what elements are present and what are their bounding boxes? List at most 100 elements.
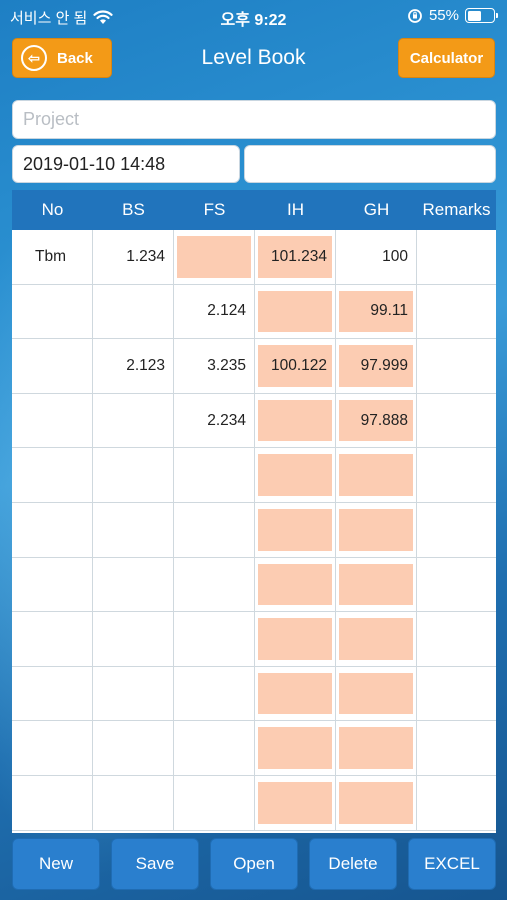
bottom-toolbar: New Save Open Delete EXCEL	[0, 838, 507, 890]
battery-percent: 55%	[428, 7, 459, 24]
cell-remarks[interactable]	[417, 285, 496, 339]
cell-bs[interactable]	[93, 557, 174, 612]
cell-fs[interactable]	[174, 502, 255, 557]
header-remarks: Remarks	[422, 200, 491, 219]
table-row: 2.123 3.235 100.122 97.999	[12, 339, 496, 394]
cell-remarks[interactable]	[417, 503, 496, 557]
cell-no[interactable]	[12, 721, 93, 775]
table-row: 2.124 99.11	[12, 284, 496, 340]
computed-cell-highlight	[339, 672, 413, 715]
cell-fs[interactable]: 2.124	[174, 284, 255, 339]
cell-fs[interactable]	[174, 448, 255, 502]
cell-remarks[interactable]	[417, 721, 496, 775]
cell-ih[interactable]	[255, 721, 336, 775]
cell-gh[interactable]: 100	[336, 230, 417, 284]
cell-gh[interactable]	[336, 666, 417, 721]
cell-remarks[interactable]	[417, 776, 496, 830]
cell-ih[interactable]	[255, 284, 336, 339]
level-table: No BS FS IH GH Remarks Tbm 1.234 101.234 10…	[12, 190, 496, 833]
cell-ih[interactable]	[255, 448, 336, 502]
computed-cell-highlight	[258, 399, 332, 442]
cell-gh[interactable]	[336, 775, 417, 830]
cell-value: 2.123	[126, 356, 165, 374]
cell-gh[interactable]	[336, 448, 417, 502]
cell-ih[interactable]	[255, 775, 336, 830]
cell-gh[interactable]	[336, 557, 417, 612]
cell-fs[interactable]	[174, 721, 255, 775]
cell-remarks[interactable]	[417, 394, 496, 448]
table-row	[12, 612, 496, 667]
datetime-field[interactable]: 2019-01-10 14:48	[12, 145, 240, 183]
cell-no[interactable]	[12, 666, 93, 721]
cell-remarks[interactable]	[417, 558, 496, 612]
cell-no[interactable]	[12, 393, 93, 448]
orientation-lock-icon	[408, 8, 422, 23]
cell-gh[interactable]	[336, 721, 417, 775]
cell-bs[interactable]	[93, 775, 174, 830]
battery-icon	[465, 8, 498, 23]
cell-gh[interactable]	[336, 612, 417, 666]
computed-cell-highlight	[339, 727, 413, 769]
cell-gh[interactable]: 99.11	[336, 284, 417, 339]
cell-fs[interactable]	[174, 612, 255, 666]
cell-ih[interactable]	[255, 502, 336, 557]
cell-remarks[interactable]	[417, 339, 496, 393]
cell-bs[interactable]: 1.234	[93, 230, 174, 284]
cell-remarks[interactable]	[417, 230, 496, 284]
cell-gh[interactable]: 97.999	[336, 339, 417, 393]
cell-no[interactable]	[12, 502, 93, 557]
cell-no[interactable]	[12, 612, 93, 666]
cell-fs[interactable]	[174, 230, 255, 284]
computed-cell-highlight	[339, 563, 413, 606]
computed-cell-highlight	[339, 618, 413, 660]
cell-ih[interactable]	[255, 557, 336, 612]
cell-fs[interactable]	[174, 557, 255, 612]
delete-button[interactable]: Delete	[309, 838, 397, 890]
cell-ih[interactable]	[255, 612, 336, 666]
cell-gh[interactable]: 97.888	[336, 393, 417, 448]
cell-value: 100	[382, 247, 408, 265]
cell-bs[interactable]	[93, 612, 174, 666]
cell-fs[interactable]	[174, 666, 255, 721]
computed-cell-highlight	[339, 781, 413, 824]
cell-value: 100.122	[270, 356, 327, 374]
extra-field[interactable]	[244, 145, 496, 183]
cell-gh[interactable]	[336, 502, 417, 557]
header-fs: FS	[203, 200, 226, 219]
table-row: Tbm 1.234 101.234 100	[12, 230, 496, 285]
cell-bs[interactable]	[93, 284, 174, 339]
cell-bs[interactable]	[93, 721, 174, 775]
project-input[interactable]: Project	[12, 100, 496, 139]
cell-bs[interactable]	[93, 666, 174, 721]
cell-ih[interactable]: 100.122	[255, 339, 336, 393]
cell-ih[interactable]	[255, 666, 336, 721]
computed-cell-highlight	[339, 508, 413, 551]
cell-no[interactable]	[12, 448, 93, 502]
cell-bs[interactable]: 2.123	[93, 339, 174, 393]
cell-fs[interactable]: 3.235	[174, 339, 255, 393]
cell-fs[interactable]: 2.234	[174, 393, 255, 448]
cell-bs[interactable]	[93, 393, 174, 448]
cell-no[interactable]	[12, 557, 93, 612]
save-button[interactable]: Save	[111, 838, 199, 890]
cell-bs[interactable]	[93, 502, 174, 557]
cell-remarks[interactable]	[417, 448, 496, 502]
cell-no[interactable]	[12, 284, 93, 339]
nav-bar: ⇦ Back Level Book Calculator	[0, 38, 507, 80]
cell-no[interactable]	[12, 339, 93, 393]
cell-remarks[interactable]	[417, 612, 496, 666]
cell-fs[interactable]	[174, 775, 255, 830]
open-button[interactable]: Open	[210, 838, 298, 890]
computed-cell-highlight	[258, 563, 332, 606]
cell-remarks[interactable]	[417, 667, 496, 721]
table-body: Tbm 1.234 101.234 100 2.124 99.11 2.123 3.235 10…	[12, 230, 496, 831]
calculator-button[interactable]: Calculator	[398, 38, 495, 78]
cell-ih[interactable]: 101.234	[255, 230, 336, 284]
cell-ih[interactable]	[255, 393, 336, 448]
cell-value: 3.235	[207, 356, 246, 374]
cell-no[interactable]: Tbm	[12, 230, 93, 284]
cell-bs[interactable]	[93, 448, 174, 502]
cell-no[interactable]	[12, 775, 93, 830]
new-button[interactable]: New	[12, 838, 100, 890]
excel-button[interactable]: EXCEL	[408, 838, 496, 890]
